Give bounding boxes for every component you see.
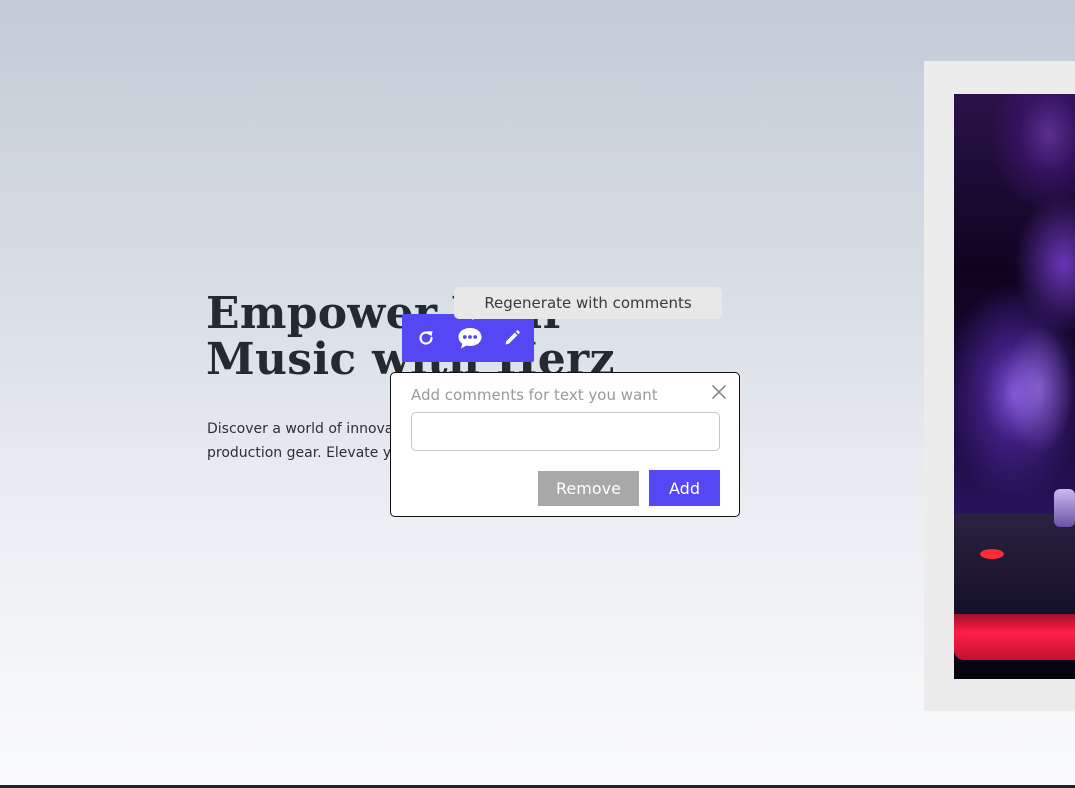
comment-bubble-icon bbox=[458, 328, 482, 349]
edit-button[interactable] bbox=[498, 324, 526, 352]
image-red-light bbox=[980, 549, 1004, 559]
image-light-glow bbox=[1004, 324, 1074, 454]
pencil-icon bbox=[505, 330, 520, 345]
regenerate-button[interactable] bbox=[412, 324, 440, 352]
close-icon[interactable] bbox=[710, 383, 728, 401]
comment-button[interactable] bbox=[452, 324, 488, 352]
image-mixer-deck bbox=[954, 514, 1075, 614]
hero-image[interactable] bbox=[954, 94, 1075, 679]
comment-input[interactable] bbox=[411, 412, 720, 451]
remove-button[interactable]: Remove bbox=[538, 471, 639, 506]
refresh-icon bbox=[419, 331, 433, 345]
image-mixer-knob bbox=[1054, 489, 1075, 527]
comment-popup: Add comments for text you want Remove Ad… bbox=[390, 372, 740, 517]
tooltip-text: Regenerate with comments bbox=[484, 294, 692, 312]
regenerate-tooltip: Regenerate with comments bbox=[454, 287, 722, 319]
comment-popup-label: Add comments for text you want bbox=[411, 386, 658, 404]
image-red-band bbox=[954, 614, 1075, 660]
text-edit-toolbar bbox=[402, 314, 534, 362]
add-button[interactable]: Add bbox=[649, 470, 720, 506]
tooltip-caret bbox=[466, 313, 480, 320]
